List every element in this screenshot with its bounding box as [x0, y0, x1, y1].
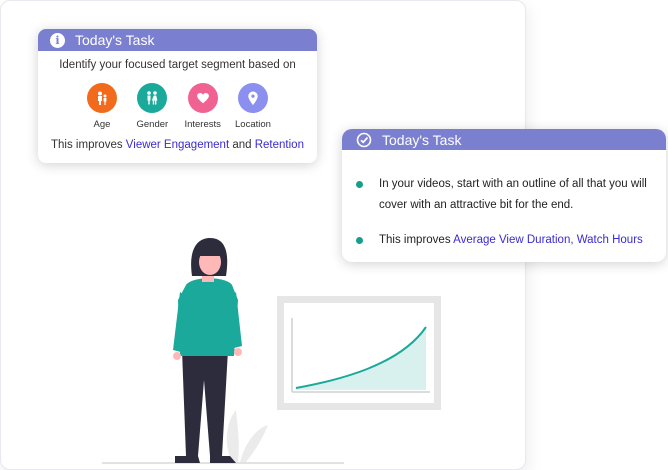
bullet-dot: [356, 237, 363, 244]
check-circle-icon: [356, 132, 372, 148]
person-shoe: [175, 456, 200, 463]
card-footer: This improves Viewer Engagement and Rete…: [38, 139, 317, 151]
plant-leaf: [240, 425, 268, 462]
bullet-dot: [356, 181, 363, 188]
gender-icon: [137, 83, 168, 113]
card-title: Today's Task: [75, 32, 155, 48]
todays-task-card-outline: Today's Task In your videos, start with …: [342, 129, 666, 262]
person-hand: [234, 348, 242, 356]
viewer-engagement-link[interactable]: Viewer Engagement: [126, 139, 229, 151]
task-item-text: This improves Average View Duration, Wat…: [379, 230, 666, 251]
heart-icon: [187, 83, 218, 113]
card-title: Today's Task: [382, 131, 462, 148]
person-legs: [182, 350, 228, 456]
task-item: In your videos, start with an outline of…: [356, 174, 656, 216]
task-item-text: In your videos, start with an outline of…: [379, 178, 647, 211]
segment-gender[interactable]: Gender: [128, 83, 176, 130]
segment-label: Location: [235, 119, 271, 130]
segment-age[interactable]: Age: [78, 83, 126, 130]
segment-list: Age Gender Interests Location: [38, 83, 317, 130]
segment-label: Age: [93, 119, 111, 130]
todays-task-card-segments: i Today's Task Identify your focused tar…: [38, 29, 317, 163]
task-item: This improves Average View Duration, Wat…: [356, 230, 666, 251]
segment-label: Gender: [136, 119, 169, 130]
footer-and: and: [229, 139, 255, 151]
people-icon: [87, 83, 117, 113]
card-subtitle: Identify your focused target segment bas…: [59, 59, 296, 71]
segment-location[interactable]: Location: [229, 83, 277, 130]
footer-prefix: This improves: [51, 139, 126, 151]
segment-label: Interests: [184, 119, 221, 130]
card-header: Today's Task: [342, 129, 666, 150]
location-pin-icon: [237, 83, 268, 113]
person-hand: [173, 352, 181, 360]
info-icon: i: [50, 32, 65, 48]
average-view-duration-link[interactable]: Average View Duration, Watch Hours: [453, 234, 643, 246]
item-prefix: This improves: [379, 234, 454, 246]
segment-interests[interactable]: Interests: [179, 83, 227, 130]
plant-leaf: [226, 410, 239, 462]
card-header: i Today's Task: [38, 29, 317, 51]
retention-link[interactable]: Retention: [255, 139, 304, 151]
